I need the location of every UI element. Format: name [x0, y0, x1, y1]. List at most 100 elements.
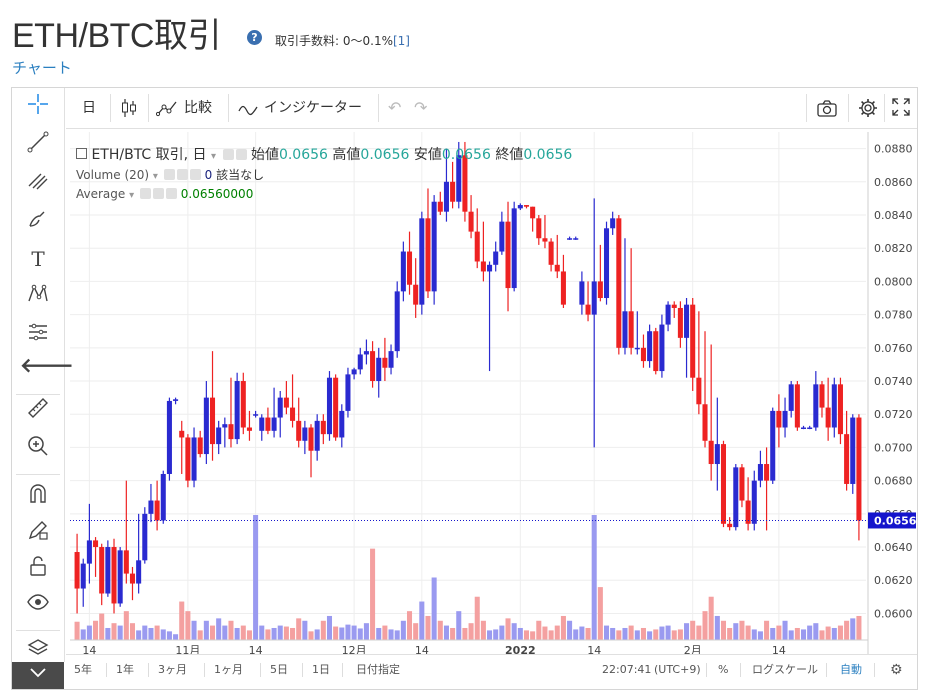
volume-bar — [554, 625, 560, 640]
unlock-icon[interactable] — [20, 554, 56, 584]
range-5y-button[interactable]: 5年 — [74, 655, 92, 685]
candle-body — [751, 480, 757, 524]
legend-low-value: 0.0656 — [441, 147, 491, 163]
volume-bar — [696, 625, 702, 640]
candle-body — [406, 251, 413, 285]
candle-body — [505, 221, 511, 289]
scale-settings-gear-icon[interactable]: ⚙ — [890, 655, 903, 685]
volume-bar — [794, 627, 800, 640]
legend-dropdown-icon[interactable]: ▾ — [211, 151, 216, 162]
settings-small-icon[interactable] — [152, 188, 164, 199]
compare-icon[interactable] — [155, 98, 178, 118]
volume-bar — [314, 629, 320, 640]
toolbar-divider — [874, 663, 875, 677]
eye-toggle-icon[interactable] — [222, 149, 234, 160]
magnet-icon[interactable] — [20, 482, 56, 512]
gear-icon[interactable] — [858, 98, 878, 118]
interval-button[interactable]: 日 — [82, 88, 96, 128]
volume-bar — [234, 627, 240, 640]
candle-body — [776, 410, 782, 428]
pattern-icon[interactable] — [20, 282, 56, 312]
fullscreen-icon[interactable] — [892, 98, 910, 118]
crosshair-icon[interactable] — [20, 92, 56, 122]
percent-toggle[interactable]: % — [718, 655, 728, 685]
volume-bar — [283, 626, 289, 640]
average-dropdown-icon[interactable]: ▾ — [129, 190, 134, 201]
candle-body — [690, 304, 696, 378]
candle-body — [166, 400, 172, 474]
candle-body — [191, 437, 197, 481]
candle-body — [653, 331, 659, 372]
indicators-button[interactable]: インジケーター — [264, 88, 362, 128]
range-1y-button[interactable]: 1年 — [116, 655, 134, 685]
candle-body — [696, 377, 702, 405]
undo-icon[interactable]: ↶ — [388, 88, 401, 128]
timezone-button[interactable]: (UTC+9) — [654, 655, 701, 685]
text-tool-icon[interactable]: T — [20, 244, 56, 274]
volume-bar — [117, 625, 123, 640]
indicator-icon[interactable] — [238, 98, 258, 118]
volume-bar — [148, 627, 154, 640]
settings-small-icon[interactable] — [235, 149, 247, 160]
volume-bar — [850, 618, 856, 640]
compare-button[interactable]: 比較 — [184, 88, 212, 128]
volume-bar — [807, 625, 813, 640]
date-range-button[interactable]: 日付指定 — [356, 655, 400, 685]
candle-body — [487, 264, 493, 272]
redo-icon[interactable]: ↷ — [414, 88, 427, 128]
range-1m-button[interactable]: 1ヶ月 — [214, 655, 243, 685]
auto-scale-toggle[interactable]: 自動 — [840, 655, 862, 685]
eye-toggle-icon[interactable] — [163, 169, 175, 180]
lock-pencil-icon[interactable] — [20, 518, 56, 548]
volume-bar — [720, 620, 727, 640]
close-small-icon[interactable] — [189, 169, 201, 180]
volume-bar — [136, 630, 142, 640]
candle-body — [727, 523, 733, 528]
candle-body — [548, 241, 554, 265]
close-small-icon[interactable] — [165, 188, 177, 199]
toolbar-divider — [302, 663, 303, 677]
volume-bar — [727, 627, 733, 640]
range-3m-button[interactable]: 3ヶ月 — [158, 655, 187, 685]
candlestick-chart[interactable]: 0.0880 0.0860 0.0840 0.0820 0.0800 0.0780 0.07… — [70, 132, 917, 662]
fib-tool-icon[interactable] — [20, 168, 56, 198]
expand-toolbar-chevron-icon[interactable] — [12, 662, 64, 689]
candle-style-icon[interactable] — [120, 98, 138, 118]
fee-reference-link[interactable]: [1] — [393, 34, 410, 48]
candle-body — [216, 427, 222, 445]
eye-toggle-icon[interactable] — [139, 188, 151, 199]
zoom-in-icon[interactable] — [20, 434, 56, 464]
volume-bar — [536, 620, 542, 640]
volume-bar — [493, 629, 499, 640]
candle-body — [222, 424, 228, 428]
collapse-legend-icon[interactable] — [76, 148, 87, 159]
camera-icon[interactable] — [816, 98, 838, 118]
arrow-left-icon[interactable]: 🡐 — [20, 350, 74, 380]
volume-bar — [468, 623, 474, 640]
trend-line-icon[interactable] — [20, 130, 56, 160]
chart-plot-area[interactable]: 0.0880 0.0860 0.0840 0.0820 0.0800 0.0780 0.07… — [70, 132, 917, 662]
eye-icon[interactable] — [20, 590, 56, 620]
volume-bar — [837, 625, 843, 640]
candle-body — [333, 377, 339, 438]
candle-body — [671, 304, 677, 308]
log-scale-toggle[interactable]: ログスケール — [752, 655, 818, 685]
toolbar-divider — [16, 630, 60, 631]
range-1d-button[interactable]: 1日 — [312, 655, 330, 685]
toolbar-divider — [110, 94, 111, 122]
volume-bar — [271, 627, 277, 640]
help-icon[interactable]: ? — [247, 30, 262, 45]
candle-body — [850, 417, 856, 484]
candle-body — [480, 261, 486, 272]
candle-body — [86, 540, 92, 564]
range-5d-button[interactable]: 5日 — [270, 655, 288, 685]
volume-dropdown-icon[interactable]: ▾ — [153, 171, 158, 182]
settings-small-icon[interactable] — [176, 169, 188, 180]
brush-icon[interactable] — [20, 206, 56, 236]
volume-bar — [394, 630, 400, 640]
measure-lines-icon[interactable] — [20, 320, 56, 350]
chart-link[interactable]: チャート — [12, 57, 72, 78]
ruler-icon[interactable] — [20, 396, 56, 426]
drawing-toolbar: T 🡐 — [12, 88, 74, 662]
volume-bar — [333, 626, 339, 640]
